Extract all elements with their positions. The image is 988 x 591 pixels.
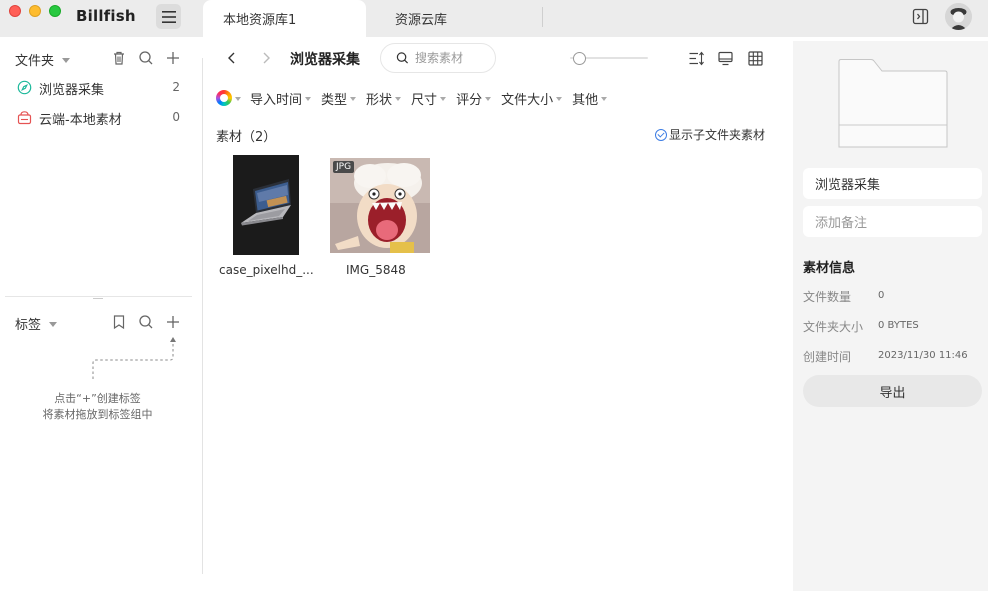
filter-bar: 导入时间 类型 形状 尺寸 评分 文件大小 其他 xyxy=(216,88,608,108)
info-value: 0 xyxy=(878,290,885,301)
avatar-icon xyxy=(945,3,972,30)
folder-item-browser-collect[interactable]: 浏览器采集 2 xyxy=(0,74,202,102)
chevron-down-icon xyxy=(556,97,563,101)
cloud-drive-icon xyxy=(17,111,32,125)
add-folder-icon[interactable] xyxy=(165,50,181,66)
minimize-window-button[interactable] xyxy=(29,5,41,17)
search-icon xyxy=(396,52,409,64)
folders-header-label: 文件夹 xyxy=(15,54,55,69)
filter-label: 导入时间 xyxy=(250,92,303,108)
color-wheel-icon xyxy=(216,90,232,106)
sidebar-divider xyxy=(5,296,192,297)
dashed-arrow-icon xyxy=(92,337,176,379)
assets-count-title: 素材（2） xyxy=(216,130,277,145)
hamburger-icon xyxy=(161,10,176,23)
chevron-down-icon xyxy=(601,97,608,101)
show-subfolder-toggle[interactable]: 显示子文件夹素材 xyxy=(655,126,765,143)
breadcrumb-current-folder: 浏览器采集 xyxy=(290,52,360,68)
search-icon[interactable] xyxy=(138,50,154,66)
left-sidebar: 文件夹 浏览器采集 2 云端-本地素材 0 标签 点击“+”创建标签 将素材拖放… xyxy=(0,37,202,591)
chevron-down-icon xyxy=(395,97,402,101)
chevron-down-icon xyxy=(485,97,492,101)
forward-arrow-icon[interactable] xyxy=(258,50,274,66)
folder-label: 浏览器采集 xyxy=(39,83,105,98)
show-subfolder-label: 显示子文件夹素材 xyxy=(669,128,766,142)
search-icon[interactable] xyxy=(138,314,154,330)
trash-icon[interactable] xyxy=(111,50,127,66)
filter-dimensions[interactable]: 尺寸 xyxy=(411,89,447,108)
tab-divider xyxy=(542,7,543,27)
filter-import-time[interactable]: 导入时间 xyxy=(250,89,312,108)
asset-name: IMG_5848 xyxy=(346,263,406,277)
folder-count: 0 xyxy=(172,110,180,124)
search-box[interactable] xyxy=(380,43,496,73)
tags-hint-line1: 点击“+”创建标签 xyxy=(54,392,141,405)
grid-view-icon[interactable] xyxy=(747,50,764,67)
info-value: 0 BYTES xyxy=(878,320,919,331)
check-circle-icon xyxy=(655,128,667,141)
add-tag-icon[interactable] xyxy=(165,314,181,330)
tags-header[interactable]: 标签 xyxy=(15,314,58,333)
export-button[interactable]: 导出 xyxy=(803,375,982,407)
title-bar: Billfish 本地资源库1 资源云库 xyxy=(0,0,988,37)
chevron-down-icon xyxy=(350,97,357,101)
folder-label: 云端-本地素材 xyxy=(39,113,122,128)
app-title: Billfish xyxy=(76,7,136,25)
close-window-button[interactable] xyxy=(9,5,21,17)
filter-label: 评分 xyxy=(456,92,483,108)
folder-name-field[interactable]: 浏览器采集 xyxy=(803,168,982,199)
color-filter[interactable] xyxy=(216,90,241,106)
toggle-inspector-icon[interactable] xyxy=(912,8,929,25)
resize-handle[interactable] xyxy=(93,298,103,300)
sidebar-menu-button[interactable] xyxy=(156,4,181,29)
chevron-down-icon xyxy=(305,97,312,101)
filter-label: 尺寸 xyxy=(411,92,438,108)
info-value: 2023/11/30 11:46 xyxy=(878,350,968,361)
filter-shape[interactable]: 形状 xyxy=(366,89,402,108)
user-avatar[interactable] xyxy=(945,3,972,30)
compass-icon xyxy=(17,80,32,95)
info-label: 创建时间 xyxy=(803,350,852,364)
back-arrow-icon[interactable] xyxy=(224,50,240,66)
monitor-view-icon[interactable] xyxy=(717,50,734,67)
folder-count: 2 xyxy=(172,80,180,94)
tags-header-label: 标签 xyxy=(15,318,42,333)
zoom-window-button[interactable] xyxy=(49,5,61,17)
asset-thumbnail-img5848[interactable]: JPG xyxy=(330,158,430,253)
chevron-down-icon xyxy=(440,97,447,101)
sort-icon[interactable] xyxy=(688,50,705,67)
filter-file-size[interactable]: 文件大小 xyxy=(501,89,563,108)
filter-other[interactable]: 其他 xyxy=(572,89,608,108)
chevron-down-icon xyxy=(49,322,58,327)
asset-thumbnail-laptop[interactable] xyxy=(233,155,299,255)
slider-knob[interactable] xyxy=(573,52,587,65)
asset-info-title: 素材信息 xyxy=(803,261,856,276)
tab-cloud-library[interactable]: 资源云库 xyxy=(366,0,543,37)
tab-local-library[interactable]: 本地资源库1 xyxy=(203,0,366,37)
folder-item-cloud-local[interactable]: 云端-本地素材 0 xyxy=(0,104,202,132)
file-type-badge: JPG xyxy=(333,161,355,173)
info-label: 文件夹大小 xyxy=(803,320,864,334)
chevron-down-icon xyxy=(62,58,71,63)
chevron-down-icon xyxy=(235,97,241,101)
main-content: 浏览器采集 导入时间 类型 xyxy=(203,37,793,591)
note-field[interactable]: 添加备注 xyxy=(803,206,982,237)
inspector-panel: 浏览器采集 添加备注 素材信息 文件数量 0 文件夹大小 0 BYTES 创建时… xyxy=(793,41,988,591)
filter-type[interactable]: 类型 xyxy=(321,89,357,108)
filter-label: 形状 xyxy=(366,92,393,108)
folder-preview-icon xyxy=(838,59,948,148)
tags-hint-line2: 将素材拖放到标签组中 xyxy=(42,408,153,421)
folders-header[interactable]: 文件夹 xyxy=(15,50,71,69)
filter-label: 类型 xyxy=(321,92,348,108)
filter-label: 其他 xyxy=(572,92,599,108)
bookmark-icon[interactable] xyxy=(111,314,127,330)
info-label: 文件数量 xyxy=(803,290,852,304)
filter-rating[interactable]: 评分 xyxy=(456,89,492,108)
asset-name: case_pixelhd_... xyxy=(219,263,314,277)
search-input[interactable] xyxy=(415,51,495,65)
laptop-image xyxy=(233,155,299,255)
filter-label: 文件大小 xyxy=(501,92,554,108)
